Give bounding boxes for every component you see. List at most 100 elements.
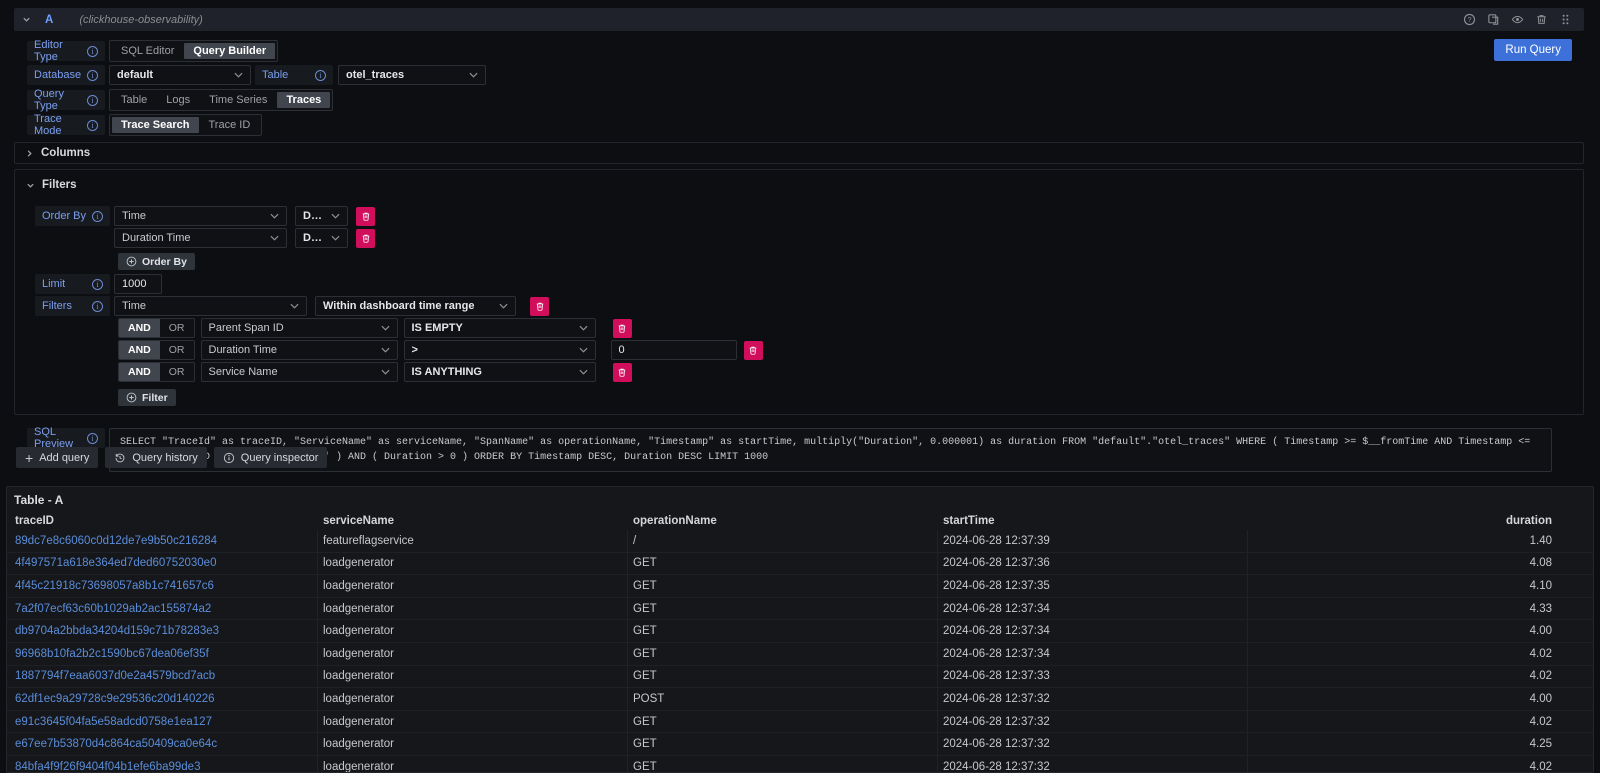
- trace-id-link[interactable]: e91c3645f04fa5e58adcd0758e1ea127: [15, 716, 212, 728]
- add-order-by-button[interactable]: Order By: [118, 253, 195, 270]
- info-icon[interactable]: i: [92, 279, 103, 290]
- info-icon[interactable]: i: [92, 301, 103, 312]
- filter-operator-select[interactable]: IS ANYTHING: [404, 362, 596, 382]
- trash-icon: [361, 233, 371, 244]
- plus-icon: +: [25, 451, 33, 465]
- columns-section-header[interactable]: Columns: [14, 142, 1584, 164]
- trace-id-link[interactable]: 96968b10fa2b2c1590bc67dea06ef35f: [15, 648, 209, 660]
- chevron-down-icon: [270, 213, 279, 219]
- limit-input[interactable]: [114, 274, 162, 294]
- remove-filter-button[interactable]: [613, 319, 632, 338]
- filters-section-header[interactable]: Filters: [26, 175, 1573, 195]
- chevron-down-icon[interactable]: [22, 15, 31, 24]
- filter-field-select[interactable]: Duration Time: [201, 340, 398, 360]
- circle-plus-icon: [126, 392, 137, 403]
- editor-type-option-sql-editor[interactable]: SQL Editor: [112, 43, 183, 59]
- query-type-option-logs[interactable]: Logs: [157, 92, 199, 108]
- chevron-down-icon: [234, 72, 243, 78]
- help-icon[interactable]: ?: [1463, 13, 1476, 26]
- order-by-field-value: Duration Time: [122, 232, 190, 244]
- info-icon[interactable]: i: [87, 70, 98, 81]
- chevron-down-icon: [26, 181, 35, 190]
- remove-filter-button[interactable]: [530, 297, 549, 316]
- trace-mode-label-text: Trace Mode: [34, 113, 87, 137]
- column-header-servicename[interactable]: serviceName: [318, 511, 628, 530]
- info-icon[interactable]: i: [87, 95, 98, 106]
- add-query-button[interactable]: + Add query: [16, 447, 98, 468]
- order-by-field-select[interactable]: Duration Time: [114, 228, 287, 248]
- info-icon[interactable]: i: [315, 70, 326, 81]
- duplicate-icon[interactable]: [1487, 13, 1500, 26]
- eye-icon[interactable]: [1511, 13, 1524, 26]
- panel-title: Table - A: [7, 487, 1593, 511]
- query-inspector-button[interactable]: Query inspector: [214, 447, 328, 468]
- service-name-cell: loadgenerator: [318, 575, 628, 597]
- remove-order-by-button[interactable]: [356, 229, 375, 248]
- table-row: 62df1ec9a29728c9e29536c20d140226 loadgen…: [7, 688, 1593, 711]
- info-icon[interactable]: i: [92, 211, 103, 222]
- add-filter-button[interactable]: Filter: [118, 389, 176, 406]
- remove-filter-button[interactable]: [613, 363, 632, 382]
- trace-id-link[interactable]: 84bfa4f9f26f9404f04b1efe6ba99de3: [15, 761, 200, 773]
- run-query-button[interactable]: Run Query: [1494, 39, 1572, 61]
- column-header-duration[interactable]: duration: [1248, 511, 1593, 530]
- query-type-option-table[interactable]: Table: [112, 92, 156, 108]
- query-type-option-traces[interactable]: Traces: [277, 92, 330, 108]
- and-option[interactable]: AND: [119, 363, 160, 381]
- trace-id-link[interactable]: 89dc7e8c6060c0d12de7e9b50c216284: [15, 535, 217, 547]
- order-by-field-select[interactable]: Time: [114, 206, 287, 226]
- or-option[interactable]: OR: [160, 363, 194, 381]
- or-option[interactable]: OR: [160, 341, 194, 359]
- trash-icon[interactable]: [1535, 13, 1548, 26]
- filter-operator-select[interactable]: Within dashboard time range: [315, 296, 516, 316]
- table-select[interactable]: otel_traces: [338, 65, 486, 85]
- chevron-down-icon: [579, 325, 588, 331]
- add-filter-label: Filter: [142, 392, 168, 404]
- trace-mode-group: Trace Search Trace ID: [109, 114, 262, 136]
- table-header-row: traceID serviceName operationName startT…: [7, 511, 1593, 530]
- info-icon[interactable]: i: [87, 433, 98, 444]
- editor-type-label: Editor Type i: [27, 41, 105, 61]
- table-body: 89dc7e8c6060c0d12de7e9b50c216284 feature…: [7, 530, 1593, 773]
- order-by-direction-select[interactable]: DESC: [295, 206, 348, 226]
- service-name-cell: featureflagservice: [318, 530, 628, 552]
- info-icon[interactable]: i: [87, 120, 98, 131]
- trace-mode-option-trace-id[interactable]: Trace ID: [200, 117, 260, 133]
- remove-order-by-button[interactable]: [356, 207, 375, 226]
- and-option[interactable]: AND: [119, 341, 160, 359]
- trace-id-link[interactable]: e67ee7b53870d4c864ca50409ca0e64c: [15, 738, 217, 750]
- query-type-option-time-series[interactable]: Time Series: [200, 92, 276, 108]
- service-name-cell: loadgenerator: [318, 711, 628, 733]
- and-option[interactable]: AND: [119, 319, 160, 337]
- info-icon[interactable]: i: [87, 46, 98, 57]
- order-by-direction-select[interactable]: DESC: [295, 228, 348, 248]
- trace-id-link[interactable]: db9704a2bbda34204d159c71b78283e3: [15, 625, 219, 637]
- column-header-operationname[interactable]: operationName: [628, 511, 938, 530]
- trace-id-link[interactable]: 4f45c21918c73698057a8b1c741657c6: [15, 580, 214, 592]
- or-option[interactable]: OR: [160, 319, 194, 337]
- trace-id-link[interactable]: 1887794f7eaa6037d0e2a4579bcd7acb: [15, 670, 215, 682]
- filter-operator-select[interactable]: >: [404, 340, 596, 360]
- trace-id-link[interactable]: 4f497571a618e364ed7ded60752030e0: [15, 557, 216, 569]
- editor-type-option-query-builder[interactable]: Query Builder: [184, 43, 275, 59]
- trace-id-link[interactable]: 7a2f07ecf63c60b1029ab2ac155874a2: [15, 603, 211, 615]
- table-value: otel_traces: [346, 69, 404, 81]
- filter-field-select[interactable]: Time: [114, 296, 307, 316]
- query-row-header[interactable]: A (clickhouse-observability) ?: [14, 8, 1584, 31]
- duration-cell: 4.00: [1248, 620, 1593, 642]
- filter-value-input[interactable]: [611, 340, 737, 360]
- filter-operator-select[interactable]: IS EMPTY: [404, 318, 596, 338]
- query-history-button[interactable]: Query history: [105, 447, 206, 468]
- column-header-traceid[interactable]: traceID: [7, 511, 318, 530]
- remove-filter-button[interactable]: [744, 341, 763, 360]
- filter-field-select[interactable]: Parent Span ID: [201, 318, 398, 338]
- database-select[interactable]: default: [109, 65, 251, 85]
- trace-id-link[interactable]: 62df1ec9a29728c9e29536c20d140226: [15, 693, 215, 705]
- filter-field-select[interactable]: Service Name: [201, 362, 398, 382]
- drag-handle-icon[interactable]: [1559, 13, 1572, 26]
- duration-cell: 4.33: [1248, 598, 1593, 620]
- column-header-starttime[interactable]: startTime: [938, 511, 1248, 530]
- start-time-cell: 2024-06-28 12:37:34: [938, 620, 1248, 642]
- trace-mode-option-trace-search[interactable]: Trace Search: [112, 117, 199, 133]
- start-time-cell: 2024-06-28 12:37:32: [938, 688, 1248, 710]
